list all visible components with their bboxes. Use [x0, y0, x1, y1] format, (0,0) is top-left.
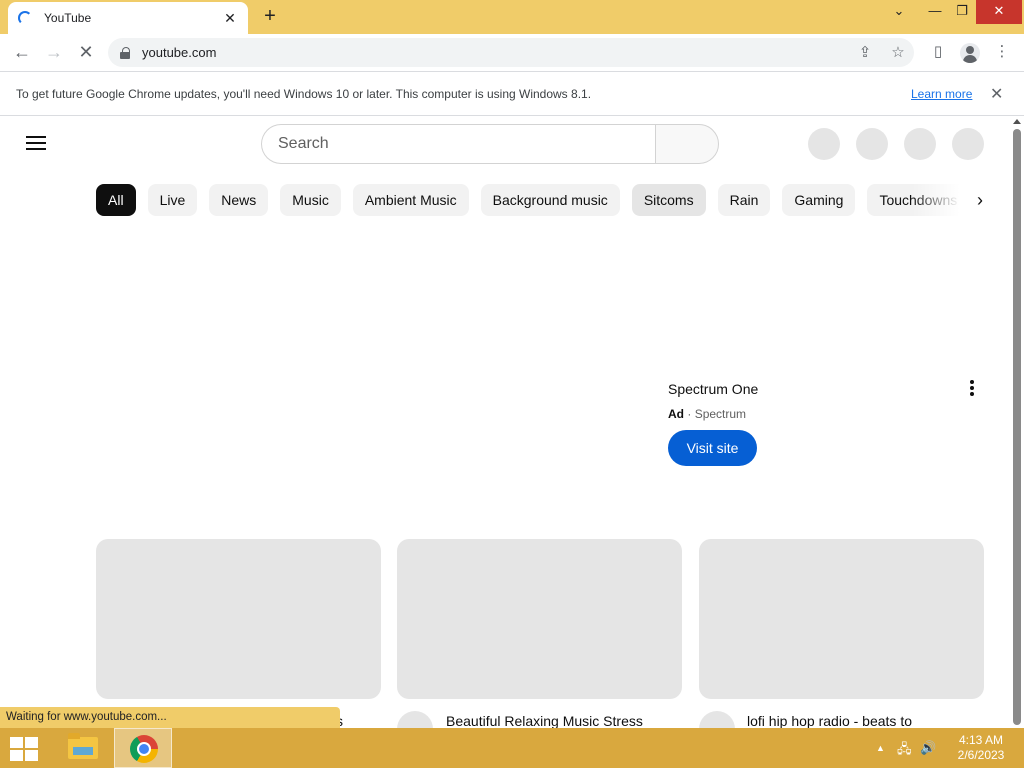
stop-loading-button[interactable]: ✕	[74, 40, 98, 64]
chip-fade	[912, 184, 960, 216]
restore-button[interactable]: ❐	[947, 0, 977, 24]
new-tab-button[interactable]: +	[258, 5, 282, 29]
video-thumbnail[interactable]	[699, 539, 984, 699]
chip-news[interactable]: News	[209, 184, 269, 216]
ad-title[interactable]: Spectrum One	[668, 381, 758, 397]
ad-meta: Ad · Spectrum	[668, 407, 746, 421]
update-infobar: To get future Google Chrome updates, you…	[0, 71, 1024, 116]
tab-strip: YouTube ✕ + ⌄ — ❐ ✕	[0, 0, 1024, 34]
chip-sitcoms[interactable]: Sitcoms	[631, 184, 706, 216]
file-explorer-button[interactable]	[52, 728, 110, 768]
network-icon[interactable]: 🖧	[897, 740, 912, 762]
clock-date: 2/6/2023	[957, 748, 1005, 762]
tab-title: YouTube	[44, 11, 92, 25]
scrollbar-thumb[interactable]	[1013, 129, 1021, 725]
folder-icon	[68, 733, 98, 759]
address-url[interactable]: youtube.com	[142, 45, 216, 60]
windows-start-icon[interactable]	[10, 737, 38, 761]
more-options-icon[interactable]	[962, 378, 982, 398]
tab-close-icon[interactable]: ✕	[222, 10, 238, 27]
masthead-button-placeholder[interactable]	[856, 128, 888, 160]
taskbar: ▲ 🖧 🔊 4:13 AM 2/6/2023	[0, 728, 1024, 768]
chip-gaming[interactable]: Gaming	[782, 184, 856, 216]
video-title[interactable]: lofi hip hop radio - beats to	[747, 713, 912, 729]
chip-bar: All Live News Music Ambient Music Background …	[96, 184, 960, 216]
learn-more-link[interactable]: Learn more	[911, 87, 972, 101]
chrome-icon	[130, 735, 158, 763]
video-title[interactable]: Beautiful Relaxing Music Stress	[446, 713, 643, 729]
guide-menu-icon[interactable]	[26, 136, 46, 152]
back-button[interactable]: ←	[10, 40, 34, 64]
chip-all[interactable]: All	[96, 184, 136, 216]
chip-background-music[interactable]: Background music	[480, 184, 620, 216]
scroll-up-arrow-icon[interactable]	[1013, 119, 1021, 124]
lock-icon[interactable]	[120, 46, 130, 59]
chrome-menu-icon[interactable]: ⋮	[992, 42, 1012, 62]
window-close-button[interactable]: ✕	[976, 0, 1022, 24]
status-bubble: Waiting for www.youtube.com...	[0, 707, 340, 728]
infobar-message: To get future Google Chrome updates, you…	[16, 86, 592, 101]
chip-rain[interactable]: Rain	[717, 184, 771, 216]
video-thumbnail[interactable]	[96, 539, 381, 699]
tab-search-icon[interactable]: ⌄	[884, 0, 914, 24]
visit-site-button[interactable]: Visit site	[668, 430, 757, 466]
clock-time: 4:13 AM	[958, 733, 1004, 747]
tab-youtube[interactable]: YouTube ✕	[8, 2, 248, 34]
show-hidden-icons-icon[interactable]: ▲	[876, 743, 885, 753]
chevron-right-icon[interactable]: ›	[968, 188, 992, 212]
infobar-close-icon[interactable]: ✕	[990, 84, 1003, 104]
volume-icon[interactable]: 🔊	[920, 740, 936, 756]
minimize-button[interactable]: —	[920, 0, 950, 24]
chip-music[interactable]: Music	[280, 184, 341, 216]
browser-toolbar: ← → ✕ youtube.com ⇪ ☆ ▯ ⋮	[0, 34, 1024, 71]
system-clock[interactable]: 4:13 AM 2/6/2023	[952, 733, 1010, 763]
forward-button[interactable]: →	[42, 40, 66, 64]
masthead-button-placeholder[interactable]	[808, 128, 840, 160]
search-input[interactable]: Search	[261, 124, 656, 164]
ad-separator: ·	[687, 407, 692, 421]
chrome-taskbar-button[interactable]	[114, 728, 172, 768]
address-bar[interactable]: youtube.com ⇪ ☆	[108, 38, 914, 67]
loading-spinner-icon	[18, 11, 32, 25]
chip-live[interactable]: Live	[147, 184, 198, 216]
masthead-button-placeholder[interactable]	[952, 128, 984, 160]
video-thumbnail[interactable]	[397, 539, 682, 699]
share-icon[interactable]: ⇪	[856, 44, 874, 62]
ad-advertiser: Spectrum	[694, 407, 747, 421]
side-panel-icon[interactable]: ▯	[928, 42, 948, 62]
profile-avatar-icon[interactable]	[960, 43, 980, 63]
chip-ambient-music[interactable]: Ambient Music	[352, 184, 469, 216]
ad-badge: Ad	[668, 407, 684, 421]
bookmark-star-icon[interactable]: ☆	[889, 44, 907, 62]
page-scrollbar[interactable]	[1010, 117, 1024, 728]
masthead-button-placeholder[interactable]	[904, 128, 936, 160]
search-button[interactable]	[655, 124, 719, 164]
